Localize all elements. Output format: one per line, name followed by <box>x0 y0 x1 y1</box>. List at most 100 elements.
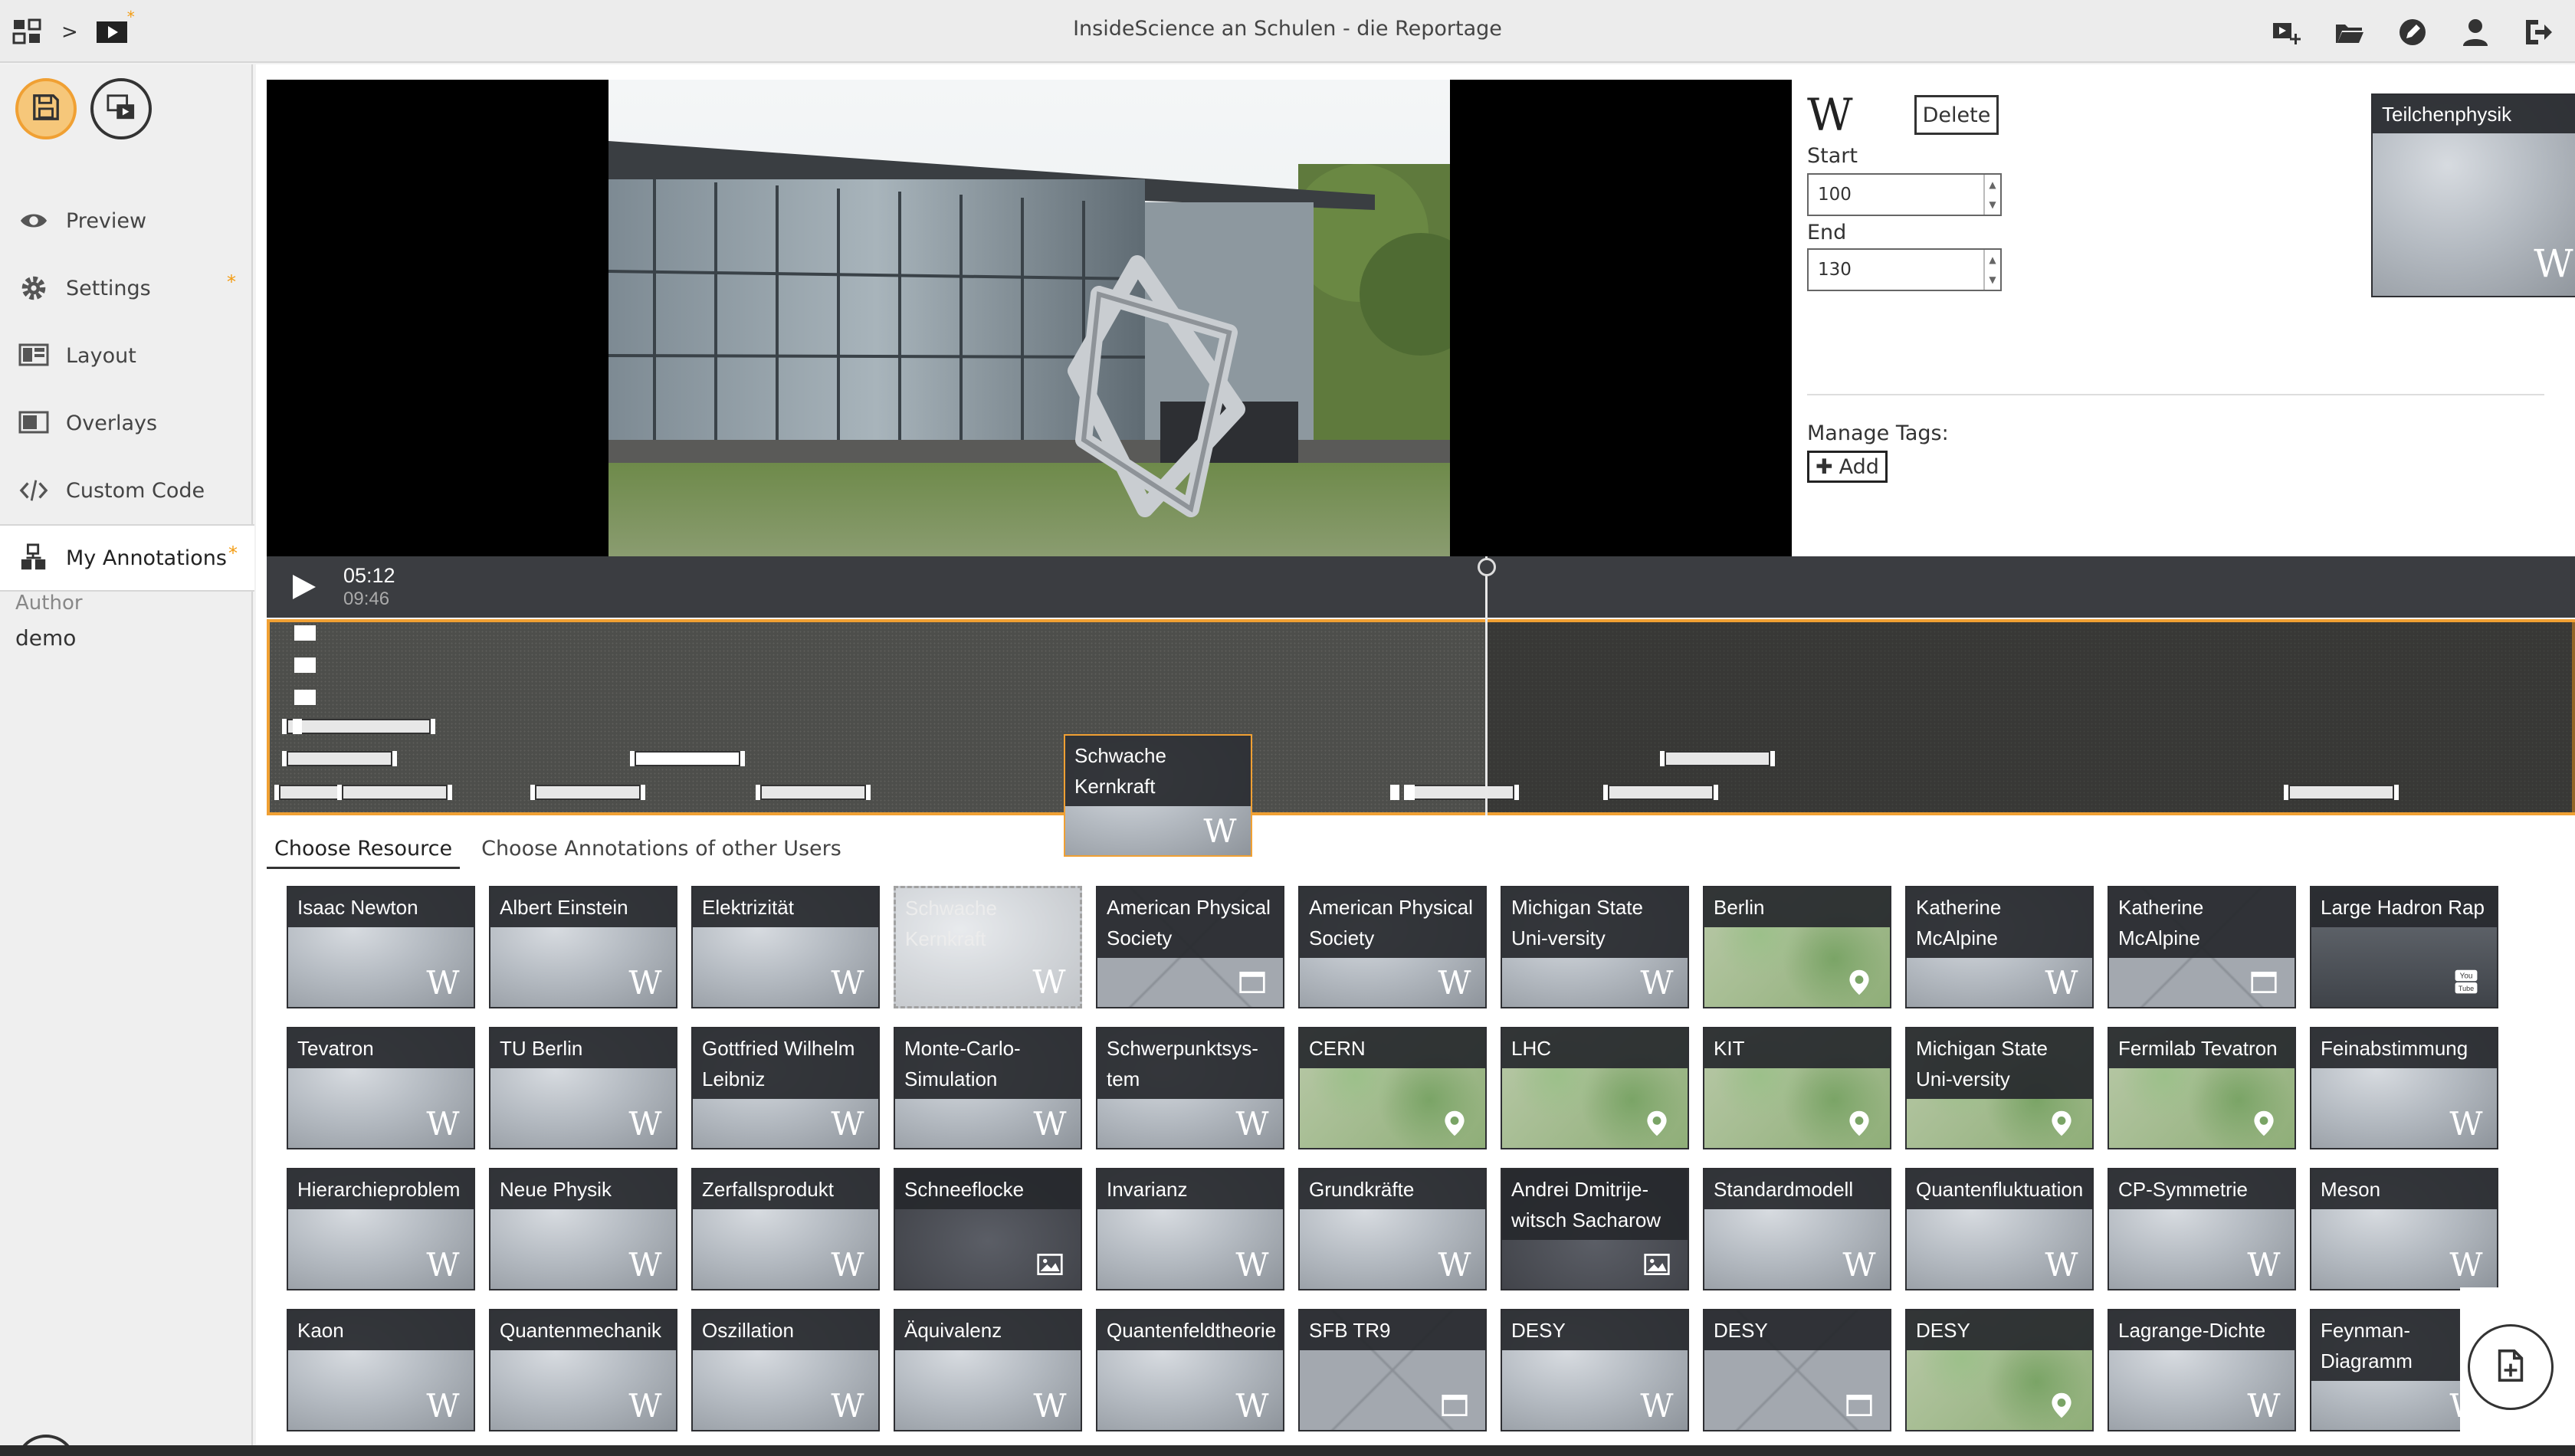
sidebar-item-overlays[interactable]: Overlays <box>0 389 253 457</box>
sidebar-item-settings[interactable]: Settings * <box>0 254 253 322</box>
resource-card[interactable]: Albert Einstein W <box>489 886 677 1008</box>
playhead-knob[interactable] <box>1478 558 1496 576</box>
edit-circle-icon[interactable] <box>2396 15 2429 49</box>
logout-icon[interactable] <box>2521 15 2555 49</box>
resource-card[interactable]: Invarianz W <box>1096 1168 1284 1290</box>
play-icon[interactable] <box>288 572 319 602</box>
resource-card[interactable]: Standardmodell W <box>1703 1168 1891 1290</box>
annotation-segment[interactable] <box>1390 785 1399 800</box>
save-button[interactable] <box>15 78 77 139</box>
resource-card-title: Meson <box>2311 1169 2497 1209</box>
wikipedia-badge-icon: W <box>1640 963 1674 1002</box>
resource-card[interactable]: Lagrange-Dichte W <box>2108 1309 2296 1431</box>
annotation-segment[interactable] <box>307 657 316 673</box>
resource-card[interactable]: Meson W <box>2310 1168 2498 1290</box>
video-player[interactable] <box>267 80 1792 556</box>
annotation-segment[interactable] <box>1660 751 1775 766</box>
resource-card[interactable]: DESY W <box>1501 1309 1689 1431</box>
resource-card[interactable]: DESY <box>1905 1309 2094 1431</box>
resource-card[interactable]: Elektrizität W <box>691 886 880 1008</box>
playhead[interactable] <box>1485 556 1488 815</box>
resource-card[interactable]: Quantenmechanik W <box>489 1309 677 1431</box>
annotation-segment[interactable] <box>337 785 452 800</box>
resource-card[interactable]: Schwerpunktsys-tem W <box>1096 1027 1284 1149</box>
start-field[interactable]: 100 ▲ ▼ <box>1807 173 2002 216</box>
timeline-future-region <box>1487 622 2575 812</box>
end-field[interactable]: 130 ▲ ▼ <box>1807 248 2002 291</box>
resource-card[interactable]: Neue Physik W <box>489 1168 677 1290</box>
resource-card[interactable]: DESY <box>1703 1309 1891 1431</box>
resource-card-title: Standardmodell <box>1704 1169 1890 1209</box>
tab-choose-resource[interactable]: Choose Resource <box>267 831 461 869</box>
resource-card[interactable]: Monte-Carlo-Simulation W <box>894 1027 1082 1149</box>
resource-card[interactable]: Isaac Newton W <box>287 886 475 1008</box>
annotation-segment[interactable] <box>1603 785 1718 800</box>
end-stepper[interactable]: ▲ ▼ <box>1983 250 2000 290</box>
resource-card[interactable]: Andrei Dmitrije-witsch Sacharow <box>1501 1168 1689 1290</box>
resource-card[interactable]: Katherine McAlpine <box>2108 886 2296 1008</box>
resource-card[interactable]: Michigan State Uni-versity <box>1905 1027 2094 1149</box>
resource-card[interactable]: Fermilab Tevatron <box>2108 1027 2296 1149</box>
sidebar-item-preview[interactable]: Preview <box>0 187 253 254</box>
start-stepper[interactable]: ▲ ▼ <box>1983 175 2000 215</box>
resource-card[interactable]: SFB TR9 <box>1298 1309 1487 1431</box>
open-folder-icon[interactable] <box>2333 15 2367 49</box>
resource-card[interactable]: Large Hadron Rap You Tube <box>2310 886 2498 1008</box>
resource-card[interactable]: KIT <box>1703 1027 1891 1149</box>
resource-card[interactable]: Oszillation W <box>691 1309 880 1431</box>
delete-button[interactable]: Delete <box>1914 95 1999 135</box>
dragged-resource-card[interactable]: Schwache Kernkraft W <box>1064 734 1252 857</box>
wikipedia-badge-icon: W <box>1235 1245 1269 1284</box>
add-video-icon[interactable] <box>2270 15 2304 49</box>
resource-card[interactable]: Katherine McAlpine W <box>1905 886 2094 1008</box>
resource-card[interactable]: CERN <box>1298 1027 1487 1149</box>
resource-card[interactable]: Grundkräfte W <box>1298 1168 1487 1290</box>
resource-card[interactable]: Hierarchieproblem W <box>287 1168 475 1290</box>
resource-card[interactable]: Michigan State Uni-versity W <box>1501 886 1689 1008</box>
sidebar-item-custom-code[interactable]: Custom Code <box>0 457 253 524</box>
resource-card-title: Lagrange-Dichte <box>2109 1310 2295 1350</box>
resource-card[interactable]: Schneeflocke <box>894 1168 1082 1290</box>
resource-card[interactable]: Zerfallsprodukt W <box>691 1168 880 1290</box>
resource-card[interactable]: American Physical Society <box>1096 886 1284 1008</box>
annotation-segment[interactable] <box>282 719 435 734</box>
sidebar-item-my-annotations[interactable]: My Annotations * <box>0 524 254 592</box>
annotation-segment[interactable] <box>630 751 745 766</box>
resource-card[interactable]: Kaon W <box>287 1309 475 1431</box>
resource-card[interactable]: Feinabstimmung W <box>2310 1027 2498 1149</box>
resource-card[interactable]: Quantenfluktuation W <box>1905 1168 2094 1290</box>
annotation-segment[interactable] <box>2284 785 2399 800</box>
resource-card[interactable]: LHC <box>1501 1027 1689 1149</box>
resource-card[interactable]: Äquivalenz W <box>894 1309 1082 1431</box>
horizontal-scrollbar[interactable] <box>0 1445 2575 1456</box>
resource-card-title: Tevatron <box>288 1028 474 1068</box>
resource-card-title: CP-Symmetrie <box>2109 1169 2295 1209</box>
add-resource-button[interactable] <box>2468 1324 2554 1410</box>
annotation-segment[interactable] <box>307 625 316 641</box>
unsaved-marker: * <box>126 8 135 26</box>
add-tag-button[interactable]: ✚ Add <box>1807 451 1888 483</box>
annotation-segment[interactable] <box>1404 785 1519 800</box>
annotation-segment[interactable] <box>1406 785 1415 800</box>
annotation-segment[interactable] <box>530 785 645 800</box>
resource-card[interactable]: Gottfried Wilhelm Leibniz W <box>691 1027 880 1149</box>
resource-card[interactable]: Tevatron W <box>287 1027 475 1149</box>
resource-card[interactable]: Schwache Kernkraft W <box>894 886 1082 1008</box>
resource-card[interactable]: TU Berlin W <box>489 1027 677 1149</box>
annotation-segment[interactable] <box>756 785 871 800</box>
resource-card[interactable]: American Physical Society W <box>1298 886 1487 1008</box>
preview-window-button[interactable] <box>90 78 152 139</box>
apps-grid-icon[interactable] <box>11 15 44 49</box>
resource-card[interactable]: Berlin <box>1703 886 1891 1008</box>
annotation-timeline[interactable] <box>267 619 2575 815</box>
resource-card[interactable]: CP-Symmetrie W <box>2108 1168 2296 1290</box>
annotation-segment[interactable] <box>293 719 302 734</box>
preview-window-icon <box>107 93 136 125</box>
video-project-icon[interactable]: * <box>95 8 135 49</box>
tab-choose-other-annotations[interactable]: Choose Annotations of other Users <box>474 831 849 869</box>
annotation-segment[interactable] <box>307 690 316 705</box>
user-icon[interactable] <box>2459 15 2492 49</box>
resource-card[interactable]: Quantenfeldtheorie W <box>1096 1309 1284 1431</box>
sidebar-item-layout[interactable]: Layout <box>0 322 253 389</box>
annotation-segment[interactable] <box>282 751 397 766</box>
